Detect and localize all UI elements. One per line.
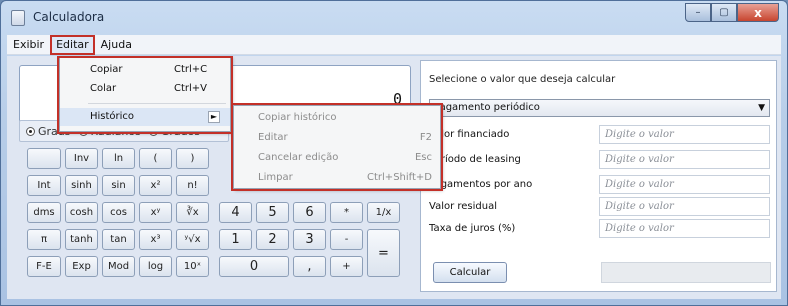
window-controls: – ▢ x: [685, 3, 779, 22]
menu-ajuda[interactable]: Ajuda: [95, 35, 138, 55]
key-ln[interactable]: ln: [102, 148, 135, 169]
key-1[interactable]: 1: [219, 229, 252, 250]
field-label: Taxa de juros (%): [429, 223, 516, 234]
key-exp[interactable]: Exp: [65, 256, 98, 277]
finance-field-row: Pagamentos por ano Digite o valor: [429, 175, 770, 195]
menu-editar-historico[interactable]: Editar F2: [234, 129, 440, 147]
key-factorial[interactable]: n!: [176, 175, 209, 196]
key-decimal[interactable]: ,: [293, 256, 326, 277]
field-label: Período de leasing: [429, 154, 521, 165]
calcular-button[interactable]: Calcular: [433, 262, 507, 283]
key-log[interactable]: log: [139, 256, 172, 277]
result-field: [601, 262, 771, 283]
key-blank[interactable]: [27, 148, 61, 169]
key-5[interactable]: 5: [256, 202, 289, 223]
maximize-button[interactable]: ▢: [711, 3, 737, 22]
taxa-juros-input[interactable]: Digite o valor: [599, 219, 770, 238]
menu-copiar-historico[interactable]: Copiar histórico: [234, 109, 440, 127]
minimize-button[interactable]: –: [685, 3, 711, 22]
window-title: Calculadora: [33, 10, 105, 24]
menu-cancelar-edicao[interactable]: Cancelar edição Esc: [234, 149, 440, 167]
finance-field-row: Período de leasing Digite o valor: [429, 150, 770, 170]
menu-copiar[interactable]: Copiar Ctrl+C: [60, 61, 230, 79]
key-0[interactable]: 0: [219, 256, 289, 277]
key-tan[interactable]: tan: [102, 229, 135, 250]
key-ten-pow-x[interactable]: 10ˣ: [176, 256, 209, 277]
calculator-window: Calculadora – ▢ x Exibir Editar Ajuda 0 …: [0, 0, 788, 306]
menu-separator: [88, 103, 226, 104]
key-mod[interactable]: Mod: [102, 256, 135, 277]
key-4[interactable]: 4: [219, 202, 252, 223]
key-multiply[interactable]: *: [330, 202, 363, 223]
menu-historico[interactable]: Histórico ►: [60, 108, 230, 126]
title-bar: Calculadora – ▢ x: [1, 1, 787, 33]
key-cos[interactable]: cos: [102, 202, 135, 223]
menu-colar[interactable]: Colar Ctrl+V: [60, 80, 230, 98]
key-tanh[interactable]: tanh: [65, 229, 98, 250]
menu-editar[interactable]: Editar: [50, 34, 95, 55]
key-6[interactable]: 6: [293, 202, 326, 223]
key-y-root[interactable]: ʸ√x: [176, 229, 209, 250]
pagamentos-ano-input[interactable]: Digite o valor: [599, 175, 770, 194]
key-x-cubed[interactable]: x³: [139, 229, 172, 250]
key-cube-root[interactable]: ∛x: [176, 202, 209, 223]
key-equals[interactable]: =: [367, 229, 400, 277]
menu-bar: Exibir Editar Ajuda: [7, 34, 781, 55]
menu-exibir[interactable]: Exibir: [7, 35, 50, 55]
valor-residual-input[interactable]: Digite o valor: [599, 197, 770, 216]
calc-type-select[interactable]: Pagamento periódico ▼: [429, 99, 770, 117]
key-minus[interactable]: -: [330, 229, 363, 250]
finance-field-row: Taxa de juros (%) Digite o valor: [429, 219, 770, 239]
calculator-app-icon: [11, 10, 25, 26]
valor-financiado-input[interactable]: Digite o valor: [599, 125, 770, 144]
key-reciprocal[interactable]: 1/x: [367, 202, 400, 223]
field-label: Pagamentos por ano: [429, 179, 533, 190]
key-dms[interactable]: dms: [27, 202, 61, 223]
key-2[interactable]: 2: [256, 229, 289, 250]
calc-type-selected: Pagamento periódico: [434, 102, 540, 113]
key-fe[interactable]: F-E: [27, 256, 61, 277]
key-open-paren[interactable]: (: [139, 148, 172, 169]
close-button[interactable]: x: [737, 3, 779, 22]
submenu-arrow-icon: ►: [208, 111, 220, 123]
key-sin[interactable]: sin: [102, 175, 135, 196]
menu-limpar[interactable]: Limpar Ctrl+Shift+D: [234, 169, 440, 187]
periodo-leasing-input[interactable]: Digite o valor: [599, 150, 770, 169]
finance-title: Selecione o valor que deseja calcular: [429, 74, 616, 85]
finance-panel: Selecione o valor que deseja calcular Pa…: [420, 60, 777, 292]
key-plus[interactable]: +: [330, 256, 363, 277]
key-inv[interactable]: Inv: [65, 148, 98, 169]
field-label: Valor financiado: [429, 129, 510, 140]
key-x-squared[interactable]: x²: [139, 175, 172, 196]
key-cosh[interactable]: cosh: [65, 202, 98, 223]
key-close-paren[interactable]: ): [176, 148, 209, 169]
key-x-pow-y[interactable]: xʸ: [139, 202, 172, 223]
field-label: Valor residual: [429, 201, 498, 212]
key-3[interactable]: 3: [293, 229, 326, 250]
key-int[interactable]: Int: [27, 175, 61, 196]
finance-field-row: Valor financiado Digite o valor: [429, 125, 770, 145]
history-submenu: Copiar histórico Editar F2 Cancelar ediç…: [233, 105, 441, 189]
finance-field-row: Valor residual Digite o valor: [429, 197, 770, 217]
key-sinh[interactable]: sinh: [65, 175, 98, 196]
dropdown-arrow-icon: ▼: [758, 103, 765, 113]
radio-selected-icon: [26, 126, 35, 136]
edit-menu: Copiar Ctrl+C Colar Ctrl+V Histórico ►: [59, 56, 231, 132]
key-pi[interactable]: π: [27, 229, 61, 250]
